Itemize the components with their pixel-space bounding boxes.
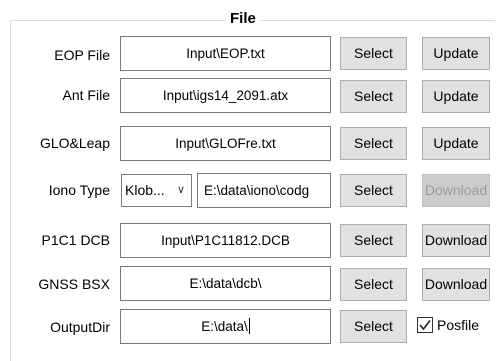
output-select-button[interactable]: Select — [340, 310, 407, 343]
iono-type-combo-value: Klob... — [125, 182, 165, 198]
glo-leap-label: GLO&Leap — [39, 135, 110, 151]
eop-select-button[interactable]: Select — [340, 37, 407, 70]
ant-update-button[interactable]: Update — [422, 80, 490, 113]
glo-select-button[interactable]: Select — [340, 127, 407, 160]
gnss-bsx-input[interactable]: E:\data\dcb\ — [120, 266, 331, 301]
text-caret — [248, 318, 250, 334]
output-dir-value: E:\data\ — [201, 319, 248, 334]
group-title: File — [226, 10, 260, 28]
ant-file-input[interactable]: Input\igs14_2091.atx — [120, 78, 331, 113]
eop-update-button[interactable]: Update — [422, 37, 490, 70]
p1c1-dcb-input[interactable]: Input\P1C11812.DCB — [120, 223, 331, 258]
iono-type-label: Iono Type — [48, 182, 110, 198]
iono-type-combo[interactable]: Klob... ∨ — [121, 174, 192, 207]
gnss-bsx-label: GNSS BSX — [38, 276, 110, 292]
iono-select-button[interactable]: Select — [340, 174, 407, 207]
p1c1-download-button[interactable]: Download — [422, 224, 490, 257]
file-panel: File EOP File Input\EOP.txt Select Updat… — [0, 0, 500, 361]
glo-leap-input[interactable]: Input\GLOFre.txt — [120, 126, 331, 161]
p1c1-dcb-label: P1C1 DCB — [41, 232, 110, 248]
glo-update-button[interactable]: Update — [422, 127, 490, 160]
iono-download-button[interactable]: Download — [422, 174, 490, 207]
gnss-download-button[interactable]: Download — [422, 268, 490, 301]
iono-path-input[interactable]: E:\data\iono\codg — [197, 173, 331, 208]
gnss-select-button[interactable]: Select — [340, 268, 407, 301]
posfile-label[interactable]: Posfile — [437, 316, 479, 334]
eop-file-label: EOP File — [54, 47, 110, 63]
posfile-checkbox[interactable] — [417, 317, 433, 333]
ant-file-label: Ant File — [62, 87, 110, 103]
output-dir-input[interactable]: E:\data\ — [120, 309, 331, 344]
eop-file-input[interactable]: Input\EOP.txt — [120, 36, 331, 71]
p1c1-select-button[interactable]: Select — [340, 224, 407, 257]
chevron-down-icon[interactable]: ∨ — [174, 175, 188, 206]
ant-select-button[interactable]: Select — [340, 80, 407, 113]
output-dir-label: OutputDir — [50, 319, 110, 335]
checkmark-icon — [419, 320, 431, 331]
